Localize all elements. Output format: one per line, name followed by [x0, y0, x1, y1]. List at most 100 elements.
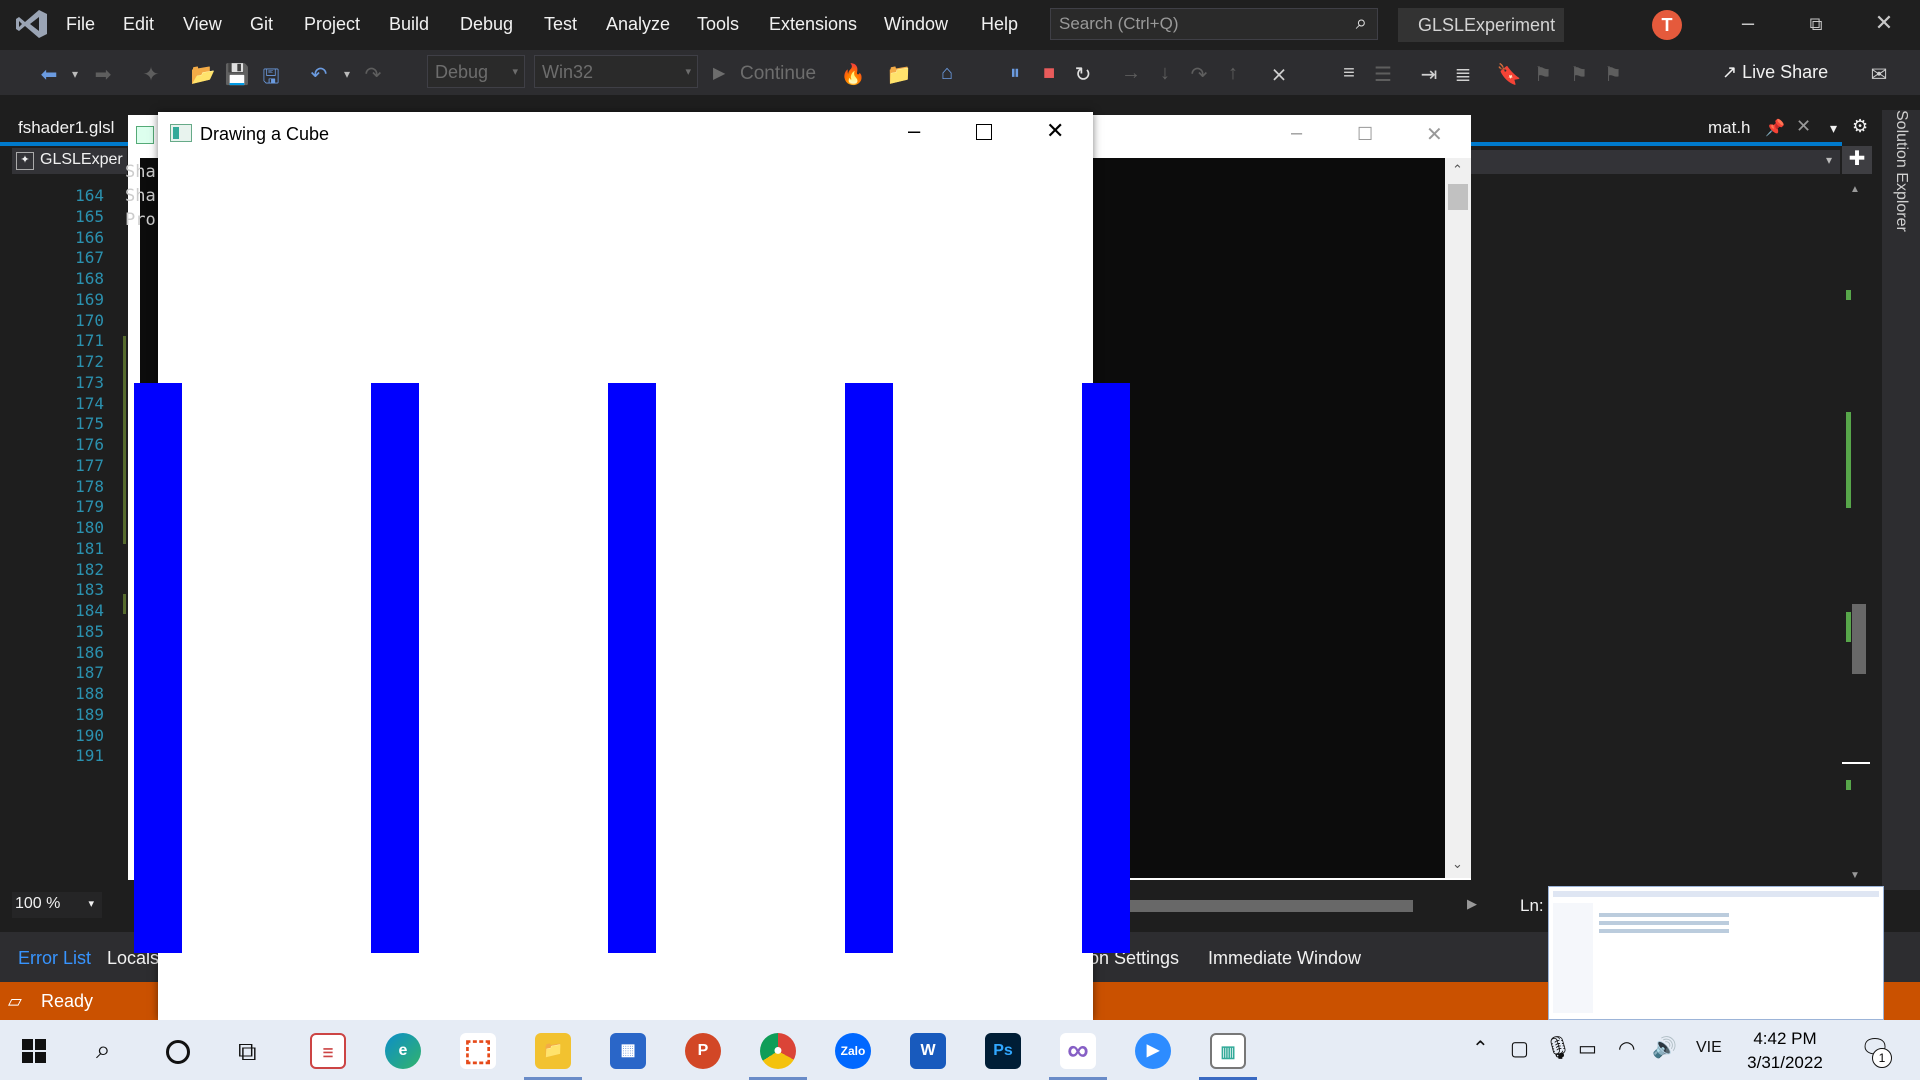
chrome-icon[interactable]: ●: [760, 1033, 796, 1069]
meet-now-icon[interactable]: ▢: [1510, 1036, 1529, 1061]
open-folder-icon[interactable]: 📂: [190, 62, 216, 87]
menu-analyze[interactable]: Analyze: [606, 14, 670, 35]
back-dropdown-icon[interactable]: ▾: [62, 67, 88, 81]
scroll-up-icon[interactable]: ▲: [1850, 184, 1860, 195]
window-thumbnail-preview[interactable]: [1548, 886, 1884, 1020]
hex-display-icon[interactable]: ⨯: [1266, 62, 1292, 87]
menu-test[interactable]: Test: [544, 14, 577, 35]
horizontal-scrollbar[interactable]: [1093, 896, 1413, 916]
comment-icon[interactable]: ≣: [1450, 62, 1476, 87]
scroll-right-icon[interactable]: ▶: [1467, 896, 1477, 912]
tab-close-icon[interactable]: ✕: [1796, 116, 1811, 137]
thread-icon[interactable]: ≡: [1336, 62, 1362, 85]
gl-app-taskbar-icon[interactable]: ▥: [1210, 1033, 1246, 1069]
member-dropdown[interactable]: ▾: [1470, 150, 1840, 174]
live-share-button[interactable]: ↗ Live Share: [1722, 62, 1828, 83]
browse-folder-icon[interactable]: 📁: [886, 62, 912, 87]
store-icon[interactable]: ▦: [610, 1033, 646, 1069]
console-scrollbar[interactable]: ⌃ ⌄: [1445, 158, 1471, 878]
windows-start-icon[interactable]: [22, 1039, 46, 1063]
visual-studio-icon[interactable]: ∞: [1060, 1033, 1096, 1069]
file-explorer-icon[interactable]: 📁: [535, 1033, 571, 1069]
gl-minimize-icon[interactable]: –: [908, 118, 920, 144]
menu-view[interactable]: View: [183, 14, 222, 35]
menu-git[interactable]: Git: [250, 14, 273, 35]
menu-tools[interactable]: Tools: [697, 14, 739, 35]
console-scroll-thumb[interactable]: [1448, 184, 1468, 210]
editor-vertical-scrollbar[interactable]: ▲ ▼: [1842, 180, 1872, 881]
taskbar-clock[interactable]: 4:42 PM 3/31/2022: [1735, 1027, 1835, 1075]
platform-dropdown[interactable]: Win32 ▾: [534, 55, 698, 88]
tab-mat-h[interactable]: mat.h: [1708, 118, 1751, 138]
menu-window[interactable]: Window: [884, 14, 948, 35]
diagnostics-icon[interactable]: ⌂: [934, 62, 960, 85]
pause-icon[interactable]: ⏸: [1002, 62, 1028, 85]
stop-icon[interactable]: ■: [1036, 62, 1062, 85]
wifi-icon[interactable]: ◠: [1618, 1036, 1635, 1061]
menu-file[interactable]: File: [66, 14, 95, 35]
gl-window[interactable]: Drawing a Cube – ✕: [134, 112, 1130, 1020]
back-icon[interactable]: ⬅: [36, 62, 62, 87]
scroll-up-icon[interactable]: ⌃: [1452, 162, 1463, 178]
menu-help[interactable]: Help: [981, 14, 1018, 35]
gl-close-icon[interactable]: ✕: [1046, 118, 1064, 144]
continue-button[interactable]: Continue: [740, 63, 816, 85]
save-all-icon[interactable]: 🖫: [258, 62, 284, 96]
menu-edit[interactable]: Edit: [123, 14, 154, 35]
menu-debug[interactable]: Debug: [460, 14, 513, 35]
tab-fshader1[interactable]: fshader1.glsl: [0, 115, 128, 143]
search-input[interactable]: Search (Ctrl+Q) ⌕: [1050, 8, 1378, 40]
tab-list-chevron-icon[interactable]: ▾: [1830, 120, 1837, 137]
split-editor-icon[interactable]: ✚: [1842, 146, 1872, 174]
language-indicator[interactable]: VIE: [1696, 1039, 1722, 1057]
gl-maximize-icon[interactable]: [976, 124, 992, 140]
edge-icon[interactable]: e: [385, 1033, 421, 1069]
hot-reload-icon[interactable]: 🔥: [840, 62, 866, 87]
solution-explorer-sidebar[interactable]: Solution Explorer: [1882, 110, 1920, 890]
minimize-icon[interactable]: –: [1728, 10, 1768, 36]
zalo-icon[interactable]: Zalo: [835, 1033, 871, 1069]
menu-build[interactable]: Build: [389, 14, 429, 35]
console-close-icon[interactable]: ✕: [1426, 122, 1443, 147]
bookmark-icon[interactable]: 🔖: [1496, 62, 1522, 87]
cortana-icon[interactable]: [166, 1040, 190, 1064]
undo-dropdown-icon[interactable]: ▾: [334, 67, 360, 81]
menu-extensions[interactable]: Extensions: [769, 14, 857, 35]
save-icon[interactable]: 💾: [224, 62, 250, 87]
close-icon[interactable]: ✕: [1864, 10, 1904, 36]
word-icon[interactable]: W: [910, 1033, 946, 1069]
search-icon[interactable]: ⌕: [96, 1034, 111, 1066]
project-navigation-dropdown[interactable]: ✦ GLSLExper: [12, 148, 127, 174]
office-icon[interactable]: ⬚: [460, 1033, 496, 1069]
notification-center-icon[interactable]: 🗨 1: [1856, 1034, 1892, 1068]
tab-immediate-window[interactable]: Immediate Window: [1208, 948, 1361, 969]
scroll-thumb[interactable]: [1852, 604, 1866, 674]
scroll-down-icon[interactable]: ▼: [1850, 870, 1860, 881]
microphone-icon[interactable]: 🎙: [1544, 1035, 1572, 1061]
feedback-icon[interactable]: ✉: [1866, 62, 1892, 87]
pin-icon[interactable]: 📌: [1765, 118, 1785, 138]
restart-icon[interactable]: ↻: [1070, 62, 1096, 87]
task-view-icon[interactable]: ⧉: [238, 1036, 257, 1068]
scroll-down-icon[interactable]: ⌄: [1452, 856, 1463, 872]
gl-canvas[interactable]: [134, 160, 1130, 1020]
console-maximize-icon[interactable]: ☐: [1357, 124, 1373, 145]
user-avatar[interactable]: T: [1652, 10, 1682, 40]
indent-icon[interactable]: ⇥: [1416, 62, 1442, 87]
show-hidden-icons-icon[interactable]: ⌃: [1472, 1036, 1489, 1061]
volume-icon[interactable]: 🔊: [1652, 1035, 1677, 1060]
battery-icon[interactable]: ▭: [1578, 1036, 1597, 1061]
settings-gear-icon[interactable]: ⚙: [1852, 116, 1868, 137]
menu-project[interactable]: Project: [304, 14, 360, 35]
config-dropdown[interactable]: Debug ▾: [427, 55, 525, 88]
hscroll-thumb[interactable]: [1093, 900, 1413, 912]
tab-error-list[interactable]: Error List: [18, 948, 91, 969]
app-icon-notes[interactable]: ☰: [310, 1033, 346, 1069]
powerpoint-icon[interactable]: P: [685, 1033, 721, 1069]
restore-icon[interactable]: ⧉: [1796, 14, 1836, 35]
zoom-icon[interactable]: ▶: [1135, 1033, 1171, 1069]
photoshop-icon[interactable]: Ps: [985, 1033, 1021, 1069]
console-minimize-icon[interactable]: –: [1291, 122, 1302, 145]
undo-icon[interactable]: ↶: [306, 62, 332, 87]
zoom-dropdown[interactable]: 100 % ▾: [12, 892, 102, 918]
